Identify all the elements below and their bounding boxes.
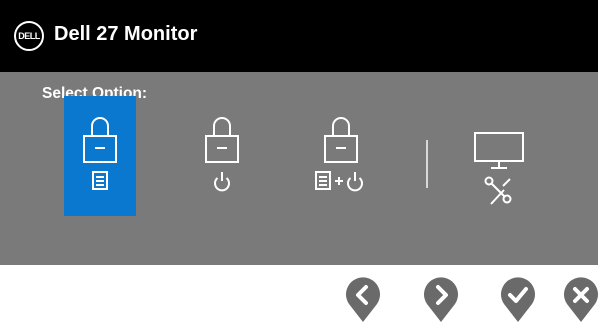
monitor-title: Dell 27 Monitor xyxy=(54,23,198,45)
confirm-button[interactable] xyxy=(498,276,538,322)
option-lock-power[interactable] xyxy=(186,96,258,216)
option-monitor-tools[interactable] xyxy=(464,96,536,216)
osd-header: DELL Dell 27 Monitor xyxy=(0,0,598,72)
dell-logo: DELL xyxy=(14,21,44,51)
option-divider xyxy=(426,140,428,188)
right-chevron-icon xyxy=(424,277,458,322)
lock-menu-icon xyxy=(83,117,117,190)
checkmark-icon xyxy=(501,277,535,322)
option-lock-menu-power[interactable] xyxy=(305,96,377,216)
lock-power-icon xyxy=(205,117,239,192)
option-lock-menu[interactable] xyxy=(64,96,136,216)
lock-menu-power-icon xyxy=(315,117,363,192)
exit-button[interactable] xyxy=(561,276,598,322)
nav-right-button[interactable] xyxy=(421,276,461,322)
osd-menu: DELL Dell 27 Monitor Select Option: xyxy=(0,0,598,265)
close-icon xyxy=(564,277,598,322)
nav-left-button[interactable] xyxy=(343,276,383,322)
monitor-tools-icon xyxy=(474,132,524,205)
left-chevron-icon xyxy=(346,277,380,322)
